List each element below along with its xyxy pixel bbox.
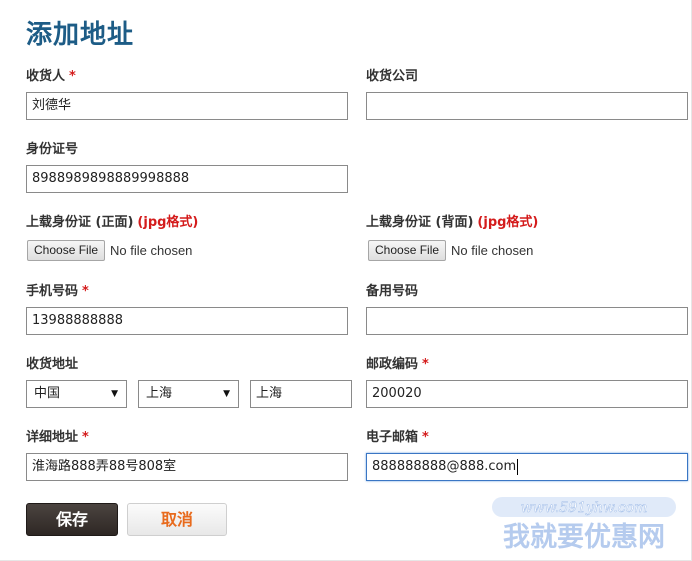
city-value: 上海 bbox=[256, 386, 283, 401]
id-back-label-text: 上载身份证 (背面) bbox=[366, 215, 474, 230]
triangle-down-icon: ▼ bbox=[111, 389, 118, 399]
watermark-name: 我就要优惠网 bbox=[503, 522, 665, 553]
id-back-file-status: No file chosen bbox=[451, 242, 534, 258]
text-caret bbox=[517, 458, 519, 475]
mobile-value: 13988888888 bbox=[32, 313, 123, 328]
consignee-value: 刘德华 bbox=[32, 98, 72, 113]
id-number-label: 身份证号 bbox=[26, 142, 79, 157]
page-title: 添加地址 bbox=[26, 20, 135, 50]
email-label-text: 电子邮箱 bbox=[366, 430, 419, 445]
region-label: 收货地址 bbox=[26, 357, 79, 372]
company-label: 收货公司 bbox=[366, 69, 419, 84]
city-input[interactable]: 上海 bbox=[250, 380, 352, 408]
watermark-logo: www.591yhw.com 我就要优惠网 bbox=[492, 497, 676, 553]
id-front-file-input: Choose File No file chosen bbox=[27, 239, 192, 261]
id-number-input[interactable]: 8988989898889998888 bbox=[26, 165, 348, 193]
required-mark: * bbox=[82, 430, 89, 445]
mobile-input[interactable]: 13988888888 bbox=[26, 307, 348, 335]
email-label: 电子邮箱 * bbox=[366, 429, 429, 447]
postcode-label-text: 邮政编码 bbox=[366, 357, 419, 372]
id-back-label: 上载身份证 (背面) (jpg格式) bbox=[366, 214, 538, 232]
id-number-value: 8988989898889998888 bbox=[32, 171, 190, 186]
id-front-choose-file-button[interactable]: Choose File bbox=[27, 239, 106, 261]
postcode-value: 200020 bbox=[372, 386, 422, 401]
email-input[interactable]: 888888888@888.com bbox=[366, 453, 688, 481]
id-front-format-note: (jpg格式) bbox=[137, 215, 199, 230]
consignee-label-text: 收货人 bbox=[26, 69, 66, 84]
country-value: 中国 bbox=[34, 386, 61, 401]
consignee-input[interactable]: 刘德华 bbox=[26, 92, 348, 120]
street-value: 淮海路888弄88号808室 bbox=[32, 459, 177, 474]
id-back-format-note: (jpg格式) bbox=[477, 215, 539, 230]
save-button[interactable]: 保存 bbox=[26, 503, 118, 536]
id-back-choose-file-button[interactable]: Choose File bbox=[368, 239, 447, 261]
backup-phone-input[interactable] bbox=[366, 307, 688, 335]
required-mark: * bbox=[82, 284, 89, 299]
postcode-input[interactable]: 200020 bbox=[366, 380, 688, 408]
street-label-text: 详细地址 bbox=[26, 430, 79, 445]
triangle-down-icon: ▼ bbox=[223, 389, 230, 399]
mobile-label-text: 手机号码 bbox=[26, 284, 79, 299]
consignee-label: 收货人 * bbox=[26, 68, 76, 86]
required-mark: * bbox=[422, 430, 429, 445]
company-input[interactable] bbox=[366, 92, 688, 120]
required-mark: * bbox=[69, 69, 76, 84]
street-label: 详细地址 * bbox=[26, 429, 89, 447]
id-front-file-status: No file chosen bbox=[110, 242, 193, 258]
id-front-label: 上载身份证 (正面) (jpg格式) bbox=[26, 214, 198, 232]
backup-phone-label: 备用号码 bbox=[366, 284, 419, 299]
postcode-label: 邮政编码 * bbox=[366, 356, 429, 374]
cancel-button[interactable]: 取消 bbox=[127, 503, 227, 536]
province-select[interactable]: 上海 ▼ bbox=[138, 380, 239, 408]
required-mark: * bbox=[422, 357, 429, 372]
country-select[interactable]: 中国 ▼ bbox=[26, 380, 127, 408]
id-back-file-input: Choose File No file chosen bbox=[368, 239, 533, 261]
watermark-url: www.591yhw.com bbox=[521, 500, 648, 516]
email-value: 888888888@888.com bbox=[372, 459, 517, 474]
mobile-label: 手机号码 * bbox=[26, 283, 89, 301]
province-value: 上海 bbox=[146, 386, 173, 401]
street-input[interactable]: 淮海路888弄88号808室 bbox=[26, 453, 348, 481]
id-front-label-text: 上载身份证 (正面) bbox=[26, 215, 134, 230]
